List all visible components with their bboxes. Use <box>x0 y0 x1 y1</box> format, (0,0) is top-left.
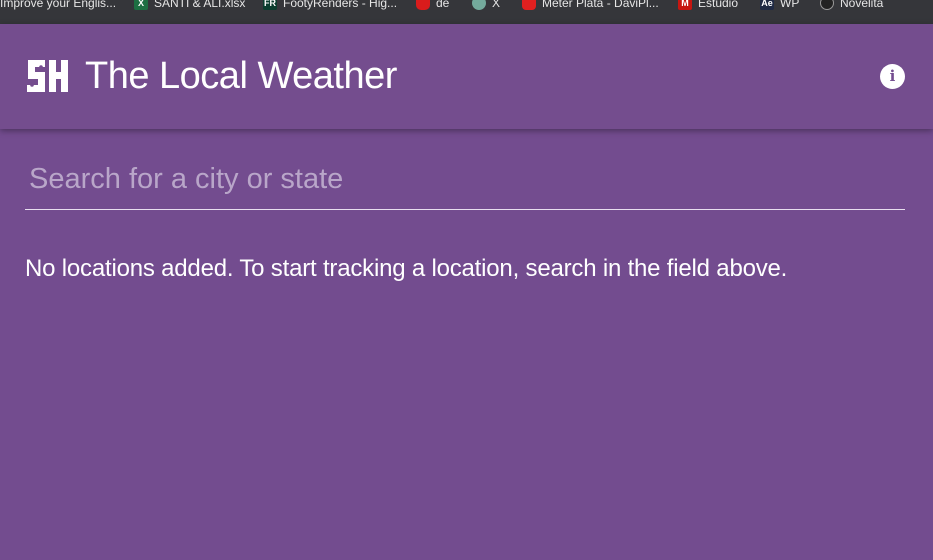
m-icon: M <box>678 0 692 10</box>
bookmark-label: de <box>436 0 450 10</box>
bookmark-item[interactable]: Improve your Englis... <box>0 0 116 12</box>
bookmark-item[interactable]: Novelita <box>820 0 883 12</box>
bookmark-label: Estudio <box>698 0 739 10</box>
info-icon[interactable]: i <box>880 64 905 89</box>
bookmarks-bar: Improve your Englis... X SANTI & ALI.xls… <box>0 0 933 24</box>
circle-icon <box>820 0 834 10</box>
bookmark-item[interactable]: X <box>472 0 500 12</box>
bookmark-item[interactable]: X SANTI & ALI.xlsx <box>134 0 245 12</box>
davi-icon <box>522 0 536 10</box>
bookmark-item[interactable]: FR FootyRenders - Hig... <box>263 0 397 12</box>
fr-icon: FR <box>263 0 277 10</box>
empty-state-message: No locations added. To start tracking a … <box>25 255 788 282</box>
bookmark-label: Novelita <box>840 0 884 10</box>
excel-icon: X <box>134 0 148 10</box>
bookmark-label: Meter Plata - DaviPl... <box>542 0 659 10</box>
bookmark-item[interactable]: de <box>416 0 449 12</box>
app-title: The Local Weather <box>85 55 397 97</box>
bookmark-label: SANTI & ALI.xlsx <box>154 0 246 10</box>
ae-icon: Ae <box>760 0 774 10</box>
bookmark-item[interactable]: Meter Plata - DaviPl... <box>522 0 659 12</box>
app-bar: The Local Weather i <box>0 24 933 129</box>
search-field <box>25 157 905 210</box>
bookmark-item[interactable]: Ae WP <box>760 0 799 12</box>
search-input[interactable] <box>25 157 905 201</box>
bookmark-item[interactable]: M Estudio <box>678 0 738 12</box>
sh-logo-icon <box>27 60 68 92</box>
bookmark-label: Improve your Englis... <box>0 0 117 10</box>
bookmark-label: WP <box>780 0 800 10</box>
bookmark-label: FootyRenders - Hig... <box>283 0 398 10</box>
bookmark-label: X <box>492 0 501 10</box>
red-bag-icon <box>416 0 430 10</box>
openai-icon <box>472 0 486 10</box>
